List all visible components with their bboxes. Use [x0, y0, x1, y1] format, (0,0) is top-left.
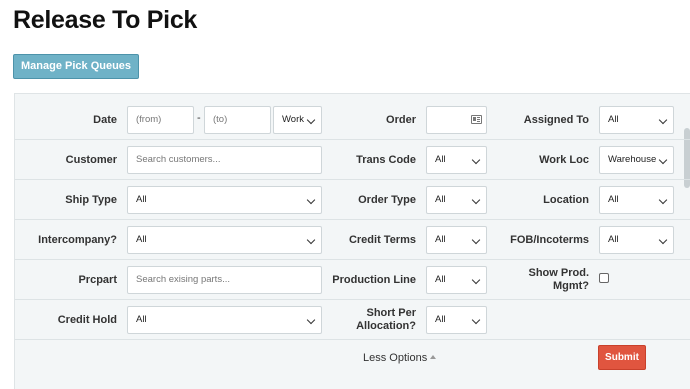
show-prod-mgmt-checkbox[interactable]	[599, 273, 609, 283]
less-options-label: Less Options	[363, 352, 428, 364]
page-title: Release To Pick	[13, 6, 198, 34]
customer-label: Customer	[65, 154, 117, 166]
prcpart-label: Prcpart	[78, 274, 117, 286]
date-to-input[interactable]: (to)	[204, 106, 271, 134]
ship-type-label: Ship Type	[65, 194, 117, 206]
location-label: Location	[543, 194, 589, 206]
location-select[interactable]: All	[599, 186, 674, 214]
ship-type-select[interactable]: All	[127, 186, 322, 214]
credit-hold-select[interactable]: All	[127, 306, 322, 334]
filter-row-3: Ship Type All Order Type All Location Al…	[15, 180, 690, 220]
date-from-input[interactable]: (from)	[127, 106, 194, 134]
filter-panel: Date (from) - (to) Work Order Assigned T…	[14, 93, 690, 389]
production-line-label: Production Line	[332, 274, 416, 286]
show-prod-label-line1: Show Prod.	[528, 267, 590, 279]
show-prod-label-line2: Mgmt?	[552, 280, 589, 292]
work-loc-label: Work Loc	[539, 154, 589, 166]
submit-button[interactable]: Submit	[598, 345, 646, 370]
filter-row-2: Customer Search customers... Trans Code …	[15, 140, 690, 180]
manage-pick-queues-button[interactable]: Manage Pick Queues	[13, 54, 140, 79]
prcpart-search-input[interactable]: Search exising parts...	[127, 266, 322, 294]
customer-search-input[interactable]: Search customers...	[127, 146, 322, 174]
caret-up-icon	[430, 355, 437, 359]
assigned-to-label: Assigned To	[523, 114, 589, 126]
date-mode-select[interactable]: Work	[273, 106, 322, 134]
order-input[interactable]	[426, 106, 487, 134]
fob-incoterms-select[interactable]: All	[599, 226, 674, 254]
date-range-dash: -	[197, 112, 201, 124]
short-per-allocation-select[interactable]: All	[426, 306, 487, 334]
less-options-toggle[interactable]: Less Options	[363, 352, 437, 364]
order-label: Order	[386, 114, 416, 126]
fob-incoterms-label: FOB/Incoterms	[510, 234, 589, 246]
filter-row-4: Intercompany? All Credit Terms All FOB/I…	[15, 220, 690, 260]
assigned-to-select[interactable]: All	[599, 106, 674, 134]
credit-terms-label: Credit Terms	[348, 234, 416, 246]
order-type-label: Order Type	[358, 194, 416, 206]
short-per-label-line2: Allocation?	[356, 320, 416, 332]
credit-hold-label: Credit Hold	[57, 314, 117, 326]
order-type-select[interactable]: All	[426, 186, 487, 214]
credit-terms-select[interactable]: All	[426, 226, 487, 254]
filter-row-5: Prcpart Search exising parts... Producti…	[15, 260, 690, 300]
trans-code-select[interactable]: All	[426, 146, 487, 174]
short-per-allocation-label: Short Per Allocation?	[356, 307, 416, 333]
production-line-select[interactable]: All	[426, 266, 487, 294]
work-loc-select[interactable]: Warehouse	[599, 146, 674, 174]
date-label: Date	[93, 114, 117, 126]
filter-row-6: Credit Hold All Short Per Allocation? Al…	[15, 300, 690, 340]
intercompany-label: Intercompany?	[38, 234, 117, 246]
trans-code-label: Trans Code	[356, 154, 416, 166]
intercompany-select[interactable]: All	[127, 226, 322, 254]
filter-row-1: Date (from) - (to) Work Order Assigned T…	[15, 100, 690, 140]
short-per-label-line1: Short Per	[366, 307, 416, 319]
show-prod-mgmt-label: Show Prod. Mgmt?	[529, 267, 590, 293]
address-card-icon[interactable]	[471, 115, 482, 124]
